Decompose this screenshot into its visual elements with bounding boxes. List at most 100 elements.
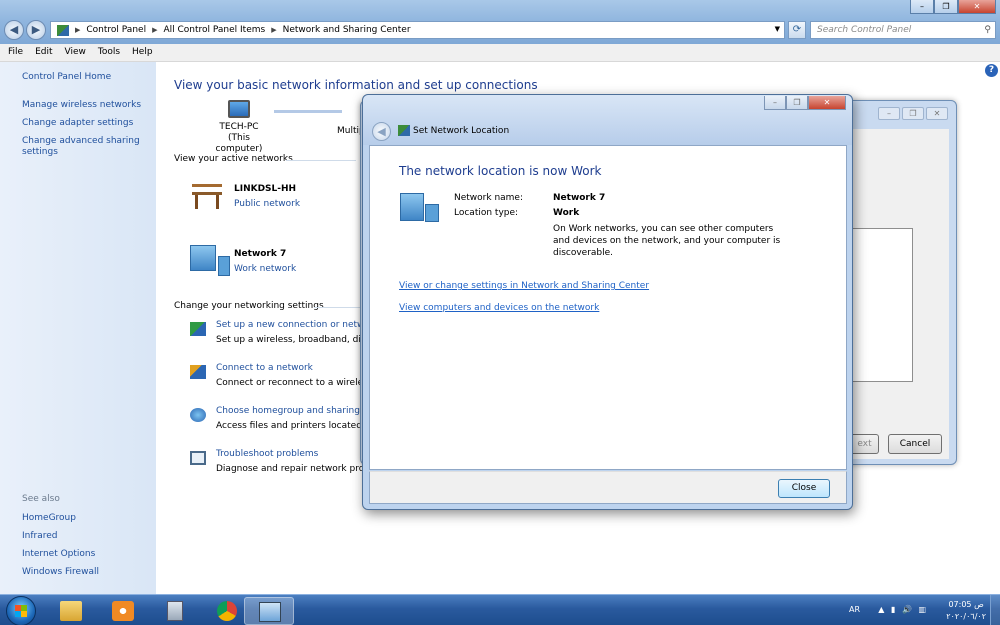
view-computers-link[interactable]: View computers and devices on the networ… [399, 303, 599, 313]
network-control-panel-icon [259, 602, 281, 622]
divider [286, 160, 356, 161]
location-description: On Work networks, you can see other comp… [553, 224, 781, 258]
location-type-value: Work [553, 208, 580, 218]
see-also-homegroup[interactable]: HomeGroup [22, 513, 76, 524]
see-also-internet-options[interactable]: Internet Options [22, 549, 95, 560]
see-also-heading: See also [22, 494, 60, 504]
clock-date: ٢٠٢٠/٠٦/٠٢ [946, 612, 986, 621]
task-link[interactable]: Connect to a network [216, 363, 313, 373]
task-link[interactable]: Choose homegroup and sharing op [216, 406, 374, 416]
breadcrumb-chevron-icon: ▶ [271, 26, 277, 34]
sidebar-item-advanced-sharing[interactable]: Change advanced sharing settings [22, 136, 142, 158]
control-panel-icon [57, 24, 69, 36]
dialog-content: The network location is now Work Network… [369, 145, 847, 470]
breadcrumb-chevron-icon: ▶ [152, 26, 158, 34]
windows-logo-icon [15, 605, 27, 617]
task-link[interactable]: Troubleshoot problems [216, 449, 318, 459]
taskbar-app-active[interactable] [244, 597, 294, 625]
wizard-next-button[interactable]: ext [851, 434, 879, 454]
network-name: Network 7 [234, 249, 287, 259]
menu-tools[interactable]: Tools [94, 44, 124, 61]
refresh-button[interactable]: ⟳ [788, 21, 806, 39]
task-description: Connect or reconnect to a wireless, [216, 378, 376, 388]
dialog-footer: Close [369, 471, 847, 504]
page-title: View your basic network information and … [174, 78, 538, 92]
computer-sub: (This computer) [215, 133, 263, 154]
task-description: Access files and printers located on [216, 421, 376, 431]
chrome-icon [217, 601, 237, 621]
back-button[interactable]: ◀ [4, 20, 24, 40]
tray-icons[interactable]: ▲ ▮ 🔊 ▥ [878, 605, 928, 614]
network-map-link [274, 110, 342, 113]
network-name: LINKDSL-HH [234, 184, 297, 194]
sidebar-item-control-panel-home[interactable]: Control Panel Home [22, 72, 111, 83]
network-type-link[interactable]: Public network [234, 199, 300, 209]
office-building-icon [190, 245, 230, 276]
see-also-infrared[interactable]: Infrared [22, 531, 58, 542]
menu-edit[interactable]: Edit [31, 44, 56, 61]
network-type-link[interactable]: Work network [234, 264, 296, 274]
office-building-icon [400, 193, 439, 222]
troubleshoot-icon [190, 451, 206, 465]
taskbar-app[interactable] [150, 597, 200, 625]
wizard-close-button[interactable]: ✕ [926, 107, 948, 120]
address-bar[interactable]: ▶ Control Panel ▶ All Control Panel Item… [50, 21, 785, 39]
dialog-minimize-button[interactable]: – [764, 96, 786, 110]
window-titlebar: – ❐ ✕ ◀ ▶ ▶ Control Panel ▶ All Control … [0, 0, 1000, 44]
wizard-window-controls: – ❐ ✕ [878, 107, 948, 120]
computer-name: TECH-PC [219, 122, 259, 132]
maximize-button[interactable]: ❐ [934, 0, 958, 14]
view-settings-link[interactable]: View or change settings in Network and S… [399, 281, 649, 291]
taskbar: AR ▲ ▮ 🔊 ▥ 07:05 ص ٢٠٢٠/٠٦/٠٢ [0, 594, 1000, 625]
minimize-button[interactable]: – [910, 0, 934, 14]
language-indicator[interactable]: AR [849, 605, 860, 614]
help-icon[interactable]: ? [985, 64, 998, 77]
task-link[interactable]: Set up a new connection or network [216, 320, 379, 330]
task-description: Diagnose and repair network proble [216, 464, 378, 474]
change-settings-label: Change your networking settings [174, 301, 324, 311]
clock[interactable]: 07:05 ص ٢٠٢٠/٠٦/٠٢ [946, 599, 986, 623]
breadcrumb-item[interactable]: All Control Panel Items [163, 25, 265, 35]
setup-connection-icon [190, 322, 206, 336]
search-icon[interactable]: ⚲ [984, 22, 991, 38]
set-network-location-dialog: – ❐ ✕ ◀ Set Network Location The network… [362, 94, 853, 510]
taskbar-app[interactable] [98, 597, 148, 625]
wizard-minimize-button[interactable]: – [878, 107, 900, 120]
park-bench-icon [190, 180, 224, 210]
show-desktop-button[interactable] [990, 595, 1000, 625]
dialog-window-controls: – ❐ ✕ [764, 96, 846, 110]
wizard-list-box[interactable] [851, 228, 913, 382]
close-button[interactable]: Close [778, 479, 830, 498]
wizard-maximize-button[interactable]: ❐ [902, 107, 924, 120]
dialog-back-button[interactable]: ◀ [372, 122, 391, 141]
dialog-close-x-button[interactable]: ✕ [808, 96, 846, 110]
media-player-icon [112, 601, 134, 621]
breadcrumb-item[interactable]: Control Panel [86, 25, 146, 35]
search-input[interactable]: Search Control Panel ⚲ [810, 21, 996, 39]
network-map-computer[interactable]: TECH-PC (This computer) [204, 100, 274, 155]
sidebar-item-change-adapter[interactable]: Change adapter settings [22, 118, 133, 129]
breadcrumb-chevron-icon: ▶ [75, 26, 81, 34]
menu-view[interactable]: View [61, 44, 90, 61]
location-type-label: Location type: [454, 208, 519, 218]
menu-help[interactable]: Help [128, 44, 157, 61]
dialog-maximize-button[interactable]: ❐ [786, 96, 808, 110]
system-tray: AR ▲ ▮ 🔊 ▥ 07:05 ص ٢٠٢٠/٠٦/٠٢ [800, 595, 1000, 625]
connect-network-icon [190, 365, 206, 379]
wizard-cancel-button[interactable]: Cancel [888, 434, 942, 454]
active-networks-label: View your active networks [174, 154, 293, 164]
address-dropdown-icon[interactable]: ▼ [775, 25, 780, 33]
breadcrumb-item[interactable]: Network and Sharing Center [283, 25, 411, 35]
forward-button[interactable]: ▶ [26, 20, 46, 40]
divider [314, 307, 364, 308]
dialog-heading: The network location is now Work [399, 164, 602, 178]
search-placeholder: Search Control Panel [817, 25, 912, 35]
computer-icon [228, 100, 250, 118]
sidebar-item-manage-wireless[interactable]: Manage wireless networks [22, 100, 141, 111]
menu-file[interactable]: File [4, 44, 27, 61]
see-also-windows-firewall[interactable]: Windows Firewall [22, 567, 99, 578]
taskbar-app[interactable] [46, 597, 96, 625]
sidebar: Control Panel Home Manage wireless netwo… [0, 62, 156, 594]
close-window-button[interactable]: ✕ [958, 0, 996, 14]
start-button[interactable] [6, 596, 36, 625]
